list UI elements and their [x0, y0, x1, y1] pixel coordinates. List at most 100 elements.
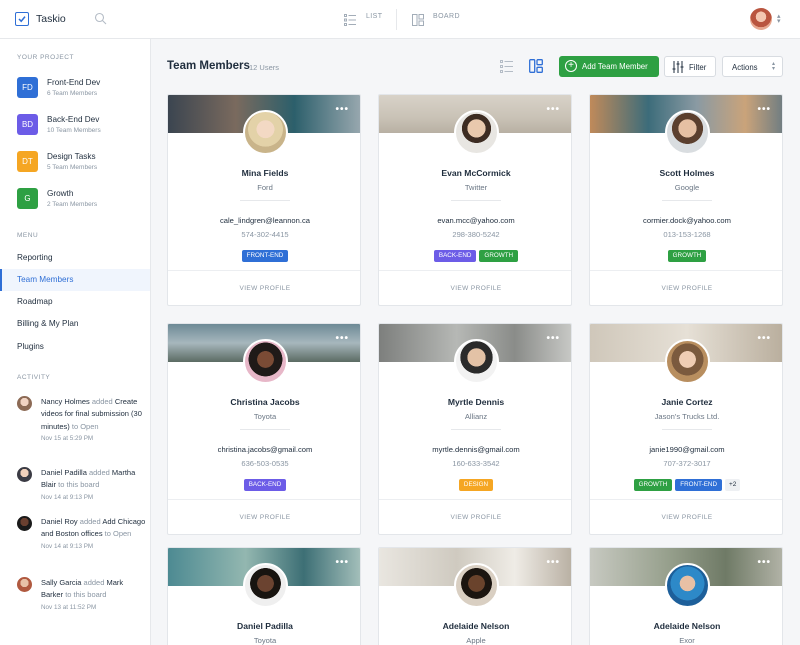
more-options-icon[interactable]: ••• [335, 334, 349, 344]
actions-dropdown[interactable]: Actions ▴ ▾ [722, 56, 783, 77]
sidebar-item-reporting[interactable]: Reporting [0, 247, 150, 269]
member-name[interactable]: Christina Jacobs [168, 397, 360, 407]
sidebar: YOUR PROJECT FD Front-End Dev 6 Team Mem… [0, 39, 151, 645]
tag-badge[interactable]: GROWTH [479, 250, 519, 262]
user-avatar[interactable] [750, 8, 772, 30]
more-options-icon[interactable]: ••• [757, 334, 771, 344]
sidebar-item-team-members[interactable]: Team Members [0, 269, 150, 291]
member-card[interactable]: ••• Adelaide Nelson Exor [589, 547, 783, 645]
list-view-label[interactable]: LIST [366, 13, 382, 20]
member-email[interactable]: christina.jacobs@gmail.com [168, 445, 360, 454]
more-options-icon[interactable]: ••• [335, 558, 349, 568]
tag-badge[interactable]: FRONT-END [241, 250, 289, 262]
more-options-icon[interactable]: ••• [546, 558, 560, 568]
member-name[interactable]: Janie Cortez [590, 397, 782, 407]
member-card[interactable]: ••• Christina Jacobs Toyota christina.ja… [167, 323, 361, 535]
add-team-member-button[interactable]: + Add Team Member [559, 56, 659, 77]
avatar[interactable] [665, 339, 710, 384]
tag-badge[interactable]: BACK-END [243, 479, 287, 491]
add-team-member-label: Add Team Member [582, 62, 648, 71]
more-options-icon[interactable]: ••• [757, 558, 771, 568]
tag-badge[interactable]: BACK-END [433, 250, 477, 262]
board-view-label[interactable]: BOARD [433, 13, 460, 20]
member-tags: BACK-END GROWTH [379, 250, 571, 262]
list-view-icon[interactable] [344, 13, 356, 31]
member-card[interactable]: ••• Janie Cortez Jason's Trucks Ltd. jan… [589, 323, 783, 535]
more-options-icon[interactable]: ••• [757, 105, 771, 115]
member-name[interactable]: Mina Fields [168, 168, 360, 178]
filter-label: Filter [689, 62, 707, 72]
project-back-end-dev[interactable]: BD Back-End Dev 10 Team Members [17, 114, 147, 138]
divider [240, 429, 290, 430]
member-email[interactable]: janie1990@gmail.com [590, 445, 782, 454]
member-phone: 160-633-3542 [452, 459, 500, 468]
view-profile-link[interactable]: VIEW PROFILE [590, 270, 782, 305]
board-view-icon[interactable] [412, 13, 424, 31]
member-name[interactable]: Daniel Padilla [168, 621, 360, 631]
activity-time: Nov 13 at 11:52 PM [41, 603, 97, 611]
more-options-icon[interactable]: ••• [335, 105, 349, 115]
member-email[interactable]: evan.mcc@yahoo.com [379, 216, 571, 225]
member-company: Twitter [464, 183, 488, 192]
member-card[interactable]: ••• Daniel Padilla Toyota [167, 547, 361, 645]
activity-user: Nancy Holmes [41, 397, 90, 406]
app-name[interactable]: Taskio [36, 13, 66, 25]
more-options-icon[interactable]: ••• [546, 105, 560, 115]
project-name: Design Tasks [47, 152, 96, 161]
member-email[interactable]: myrtle.dennis@gmail.com [379, 445, 571, 454]
divider [451, 429, 501, 430]
tag-badge[interactable]: GROWTH [667, 250, 707, 262]
view-profile-link[interactable]: VIEW PROFILE [168, 499, 360, 534]
project-design-tasks[interactable]: DT Design Tasks 5 Team Members [17, 151, 147, 175]
chevron-updown-icon[interactable]: ▴ ▾ [777, 13, 781, 25]
member-card[interactable]: ••• Adelaide Nelson Apple [378, 547, 572, 645]
avatar[interactable] [454, 339, 499, 384]
view-profile-link[interactable]: VIEW PROFILE [168, 270, 360, 305]
page-title: Team Members [167, 60, 250, 72]
view-profile-link[interactable]: VIEW PROFILE [590, 499, 782, 534]
more-options-icon[interactable]: ••• [546, 334, 560, 344]
filter-button[interactable]: Filter [664, 56, 716, 77]
activity-heading: ACTIVITY [17, 374, 51, 381]
member-name[interactable]: Adelaide Nelson [590, 621, 782, 631]
logo-icon[interactable] [15, 12, 29, 26]
projects-heading: YOUR PROJECT [17, 54, 74, 61]
tag-badge[interactable]: GROWTH [633, 479, 673, 491]
member-card[interactable]: ••• Evan McCormick Twitter evan.mcc@yaho… [378, 94, 572, 306]
more-tags-badge[interactable]: +2 [725, 479, 741, 491]
member-name[interactable]: Scott Holmes [590, 168, 782, 178]
member-email[interactable]: cale_lindgren@leannon.ca [168, 216, 360, 225]
project-growth[interactable]: G Growth 2 Team Members [17, 188, 147, 212]
tag-badge[interactable]: DESIGN [458, 479, 494, 491]
board-view-toggle-icon[interactable] [529, 59, 543, 78]
avatar[interactable] [454, 110, 499, 155]
member-card[interactable]: ••• Scott Holmes Google cormier.dock@yah… [589, 94, 783, 306]
avatar [17, 467, 32, 482]
member-email[interactable]: cormier.dock@yahoo.com [590, 216, 782, 225]
search-icon[interactable] [94, 12, 107, 30]
member-name[interactable]: Evan McCormick [379, 168, 571, 178]
tag-badge[interactable]: FRONT-END [675, 479, 722, 491]
member-name[interactable]: Myrtle Dennis [379, 397, 571, 407]
sidebar-item-roadmap[interactable]: Roadmap [0, 291, 150, 313]
activity-target: to this board [58, 480, 100, 490]
avatar[interactable] [243, 110, 288, 155]
view-profile-link[interactable]: VIEW PROFILE [379, 499, 571, 534]
project-badge: DT [17, 151, 38, 172]
list-view-toggle-icon[interactable] [500, 60, 513, 78]
sidebar-item-billing[interactable]: Billing & My Plan [0, 313, 150, 335]
avatar[interactable] [454, 563, 499, 608]
avatar[interactable] [665, 110, 710, 155]
avatar[interactable] [243, 563, 288, 608]
member-card[interactable]: ••• Mina Fields Ford cale_lindgren@leann… [167, 94, 361, 306]
member-card[interactable]: ••• Myrtle Dennis Allianz myrtle.dennis@… [378, 323, 572, 535]
member-company: Apple [466, 636, 486, 645]
member-phone: 636-503-0535 [241, 459, 289, 468]
member-name[interactable]: Adelaide Nelson [379, 621, 571, 631]
project-front-end-dev[interactable]: FD Front-End Dev 6 Team Members [17, 77, 147, 101]
project-name: Back-End Dev [47, 115, 100, 124]
avatar[interactable] [665, 563, 710, 608]
avatar[interactable] [243, 339, 288, 384]
view-profile-link[interactable]: VIEW PROFILE [379, 270, 571, 305]
sidebar-item-plugins[interactable]: Plugins [0, 336, 150, 358]
